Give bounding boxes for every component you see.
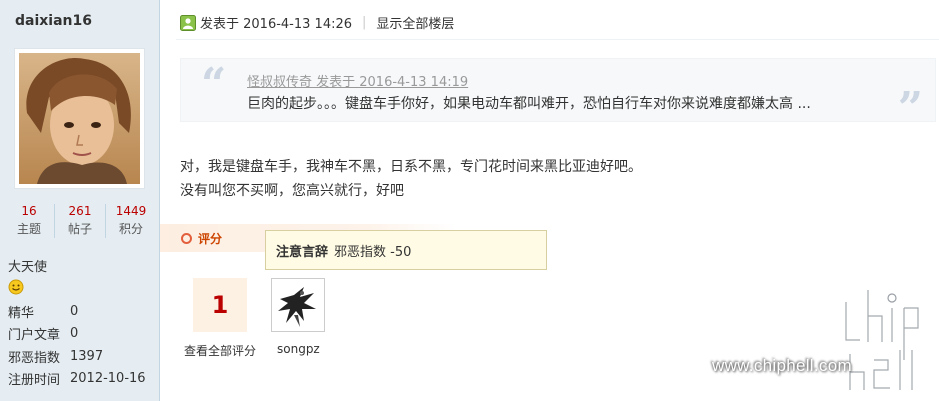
author-username[interactable]: daixian16 <box>15 13 92 29</box>
profile-key: 门户文章 <box>8 328 61 344</box>
profile-value[interactable]: 0 <box>70 326 78 341</box>
stat-label: 积分 <box>118 222 143 236</box>
view-all-ratings-link[interactable]: 查看全部评分 <box>184 342 256 359</box>
stat-topics[interactable]: 16 主题 <box>4 204 55 238</box>
quote-text: 巨肉的起步。。。键盘车手你好，如果电动车都叫难开，恐怕自行车对你来说难度都嫌太高… <box>247 96 811 112</box>
close-quote-icon: ” <box>897 83 923 134</box>
profile-key: 邪恶指数 <box>8 350 61 366</box>
chiphell-logo-icon <box>843 287 921 393</box>
rating-label: 评分 <box>198 232 223 246</box>
profile-row-evil-index: 邪恶指数 1397 <box>8 345 158 368</box>
chiphell-watermark: www.chiphell.com <box>700 280 939 401</box>
stat-posts[interactable]: 261 帖子 <box>55 204 106 238</box>
profile-row-articles: 门户文章 0 <box>8 323 158 346</box>
stat-value: 1449 <box>115 204 147 218</box>
author-stats: 16 主题 261 帖子 1449 积分 <box>4 204 156 238</box>
post-meta: 发表于 2016-4-13 14:26 | 显示全部楼层 <box>180 13 454 32</box>
profile-value: 1397 <box>70 348 104 364</box>
profile-key: 注册时间 <box>8 373 61 389</box>
rating-tooltip: 注意言辞 邪恶指数 -50 <box>265 230 547 270</box>
rating-circle-icon <box>181 233 192 244</box>
profile-value: 2012-10-16 <box>70 371 146 387</box>
profile-key: 精华 <box>8 305 35 321</box>
stat-points[interactable]: 1449 积分 <box>106 204 156 238</box>
rater-name[interactable]: songpz <box>277 342 320 356</box>
post-line: 没有叫您不买啊，您高兴就行，好吧 <box>180 183 404 199</box>
header-divider <box>176 39 939 40</box>
post-time: 发表于 2016-4-13 14:26 <box>200 17 353 32</box>
profile-value: 0 <box>70 303 79 319</box>
post-line: 对，我是键盘车手，我神车不黑，日系不黑，专门花时间来黑比亚迪好吧。 <box>180 159 642 175</box>
post-body: 对，我是键盘车手，我神车不黑，日系不黑，专门花时间来黑比亚迪好吧。 没有叫您不买… <box>180 155 642 203</box>
author-profile: 精华 0 门户文章 0 邪恶指数 1397 注册时间 2012-10-16 <box>8 300 158 390</box>
tooltip-value: 邪恶指数 -50 <box>334 244 412 260</box>
meta-divider: | <box>362 15 367 30</box>
stat-value: 16 <box>21 204 37 218</box>
profile-row-digest: 精华 0 <box>8 300 158 323</box>
tooltip-title: 注意言辞 <box>276 244 329 260</box>
stat-value: 261 <box>68 204 92 218</box>
quote-block: “ 怪叔叔传奇 发表于 2016-4-13 14:19 巨肉的起步。。。键盘车手… <box>180 58 936 131</box>
open-quote-icon: “ <box>201 59 227 110</box>
avatar[interactable] <box>19 53 140 184</box>
online-user-icon <box>180 14 196 31</box>
rater-avatar[interactable] <box>271 278 325 332</box>
stat-label: 主题 <box>16 222 41 236</box>
quote-source-link[interactable]: 怪叔叔传奇 发表于 2016-4-13 14:19 <box>247 71 468 90</box>
profile-row-registered: 注册时间 2012-10-16 <box>8 368 158 391</box>
author-sidebar: daixian16 16 主题 261 帖子 1449 积分 大天使 精华 0 … <box>0 0 160 401</box>
author-avatar-frame[interactable] <box>14 48 145 189</box>
rating-count[interactable]: 1 <box>193 278 247 332</box>
show-all-floors-link[interactable]: 显示全部楼层 <box>376 13 454 32</box>
smiley-icon <box>8 279 24 295</box>
author-rank[interactable]: 大天使 <box>8 256 47 275</box>
watermark-url: www.chiphell.com <box>712 356 852 375</box>
stat-label: 帖子 <box>67 222 92 236</box>
